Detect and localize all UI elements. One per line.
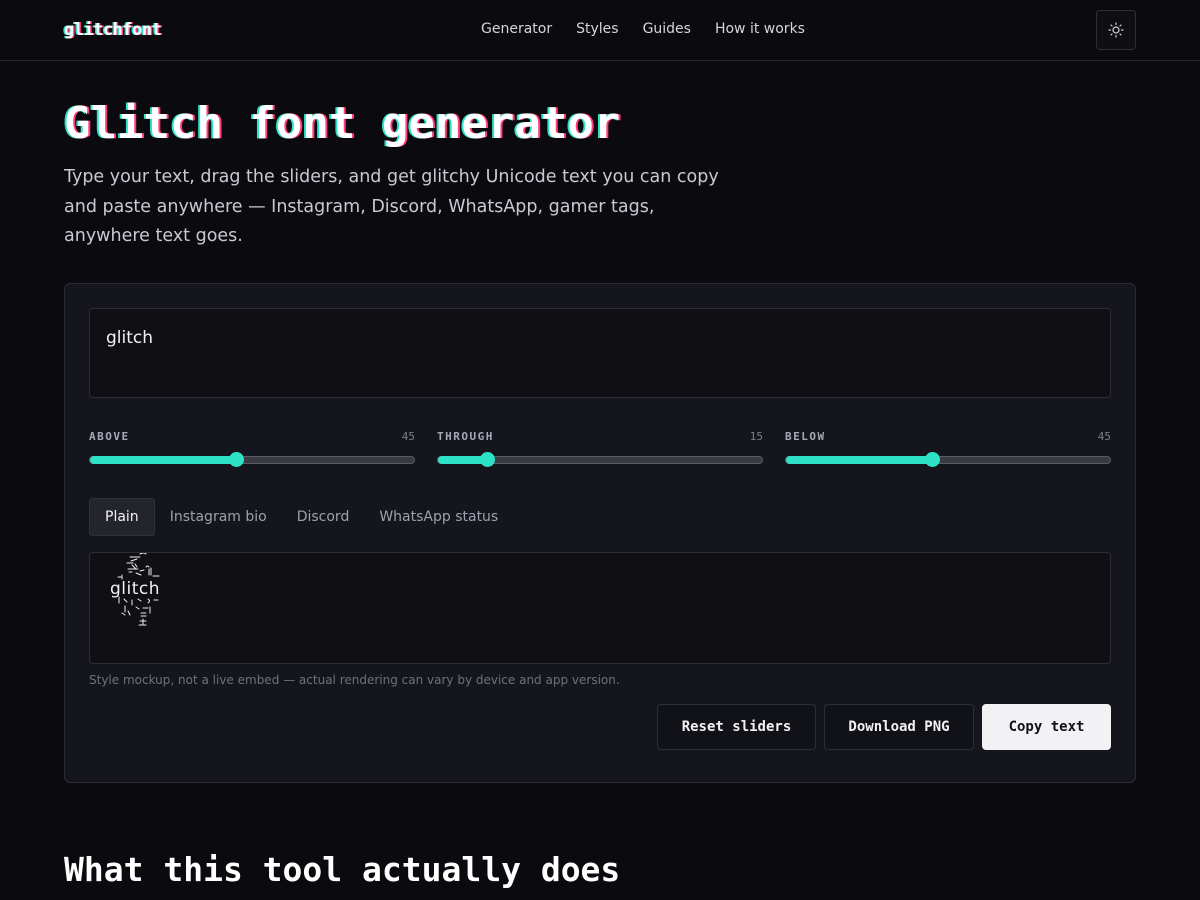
slider-track[interactable] bbox=[785, 452, 1111, 467]
download-png-button[interactable]: Download PNG bbox=[824, 704, 974, 750]
theme-toggle-button[interactable] bbox=[1096, 10, 1136, 50]
copy-text-button[interactable]: Copy text bbox=[982, 704, 1111, 750]
slider-value: 45 bbox=[1097, 430, 1111, 443]
top-nav-bar: glitchfont Generator Styles Guides How i… bbox=[0, 0, 1200, 61]
tab-instagram-bio[interactable]: Instagram bio bbox=[155, 498, 282, 536]
slider-fill bbox=[786, 456, 932, 464]
slider-label: BELOW bbox=[785, 430, 826, 443]
tab-whatsapp-status[interactable]: WhatsApp status bbox=[364, 498, 513, 536]
nav-link-guides[interactable]: Guides bbox=[643, 21, 691, 37]
slider-track[interactable] bbox=[437, 452, 763, 467]
glitch-preview[interactable]: glitch bbox=[89, 552, 1111, 664]
slider-fill bbox=[90, 456, 236, 464]
page-title: Glitch font generator bbox=[64, 98, 621, 149]
slider-thumb[interactable] bbox=[228, 452, 244, 467]
tab-plain[interactable]: Plain bbox=[89, 498, 155, 536]
slider-label: ABOVE bbox=[89, 430, 130, 443]
preview-note: Style mockup, not a live embed — actual … bbox=[89, 673, 620, 687]
slider-through: THROUGH 15 bbox=[437, 430, 763, 467]
slider-thumb[interactable] bbox=[924, 452, 940, 467]
slider-value: 15 bbox=[749, 430, 763, 443]
page-description: Type your text, drag the sliders, and ge… bbox=[64, 167, 719, 246]
text-input[interactable] bbox=[89, 308, 1111, 398]
site-logo[interactable]: glitchfont bbox=[64, 20, 162, 40]
nav-link-styles[interactable]: Styles bbox=[576, 21, 618, 37]
slider-thumb[interactable] bbox=[479, 452, 495, 467]
nav-link-generator[interactable]: Generator bbox=[481, 21, 552, 37]
slider-label: THROUGH bbox=[437, 430, 494, 443]
tab-discord[interactable]: Discord bbox=[282, 498, 365, 536]
generator-panel: ABOVE 45 THROUGH 15 BELOW 45 Plain Insta… bbox=[64, 283, 1136, 783]
style-tabs: Plain Instagram bio Discord WhatsApp sta… bbox=[89, 498, 513, 536]
slider-above: ABOVE 45 bbox=[89, 430, 415, 467]
slider-track[interactable] bbox=[89, 452, 415, 467]
reset-sliders-button[interactable]: Reset sliders bbox=[657, 704, 816, 750]
section-heading: What this tool actually does bbox=[64, 850, 621, 889]
sun-icon bbox=[1108, 22, 1124, 38]
slider-value: 45 bbox=[401, 430, 415, 443]
glitch-output: glitch bbox=[110, 553, 170, 643]
glitch-marks bbox=[117, 553, 160, 626]
main-nav: Generator Styles Guides How it works bbox=[481, 21, 805, 37]
glitch-text: glitch bbox=[110, 579, 161, 599]
slider-below: BELOW 45 bbox=[785, 430, 1111, 467]
nav-link-how-it-works[interactable]: How it works bbox=[715, 21, 805, 37]
